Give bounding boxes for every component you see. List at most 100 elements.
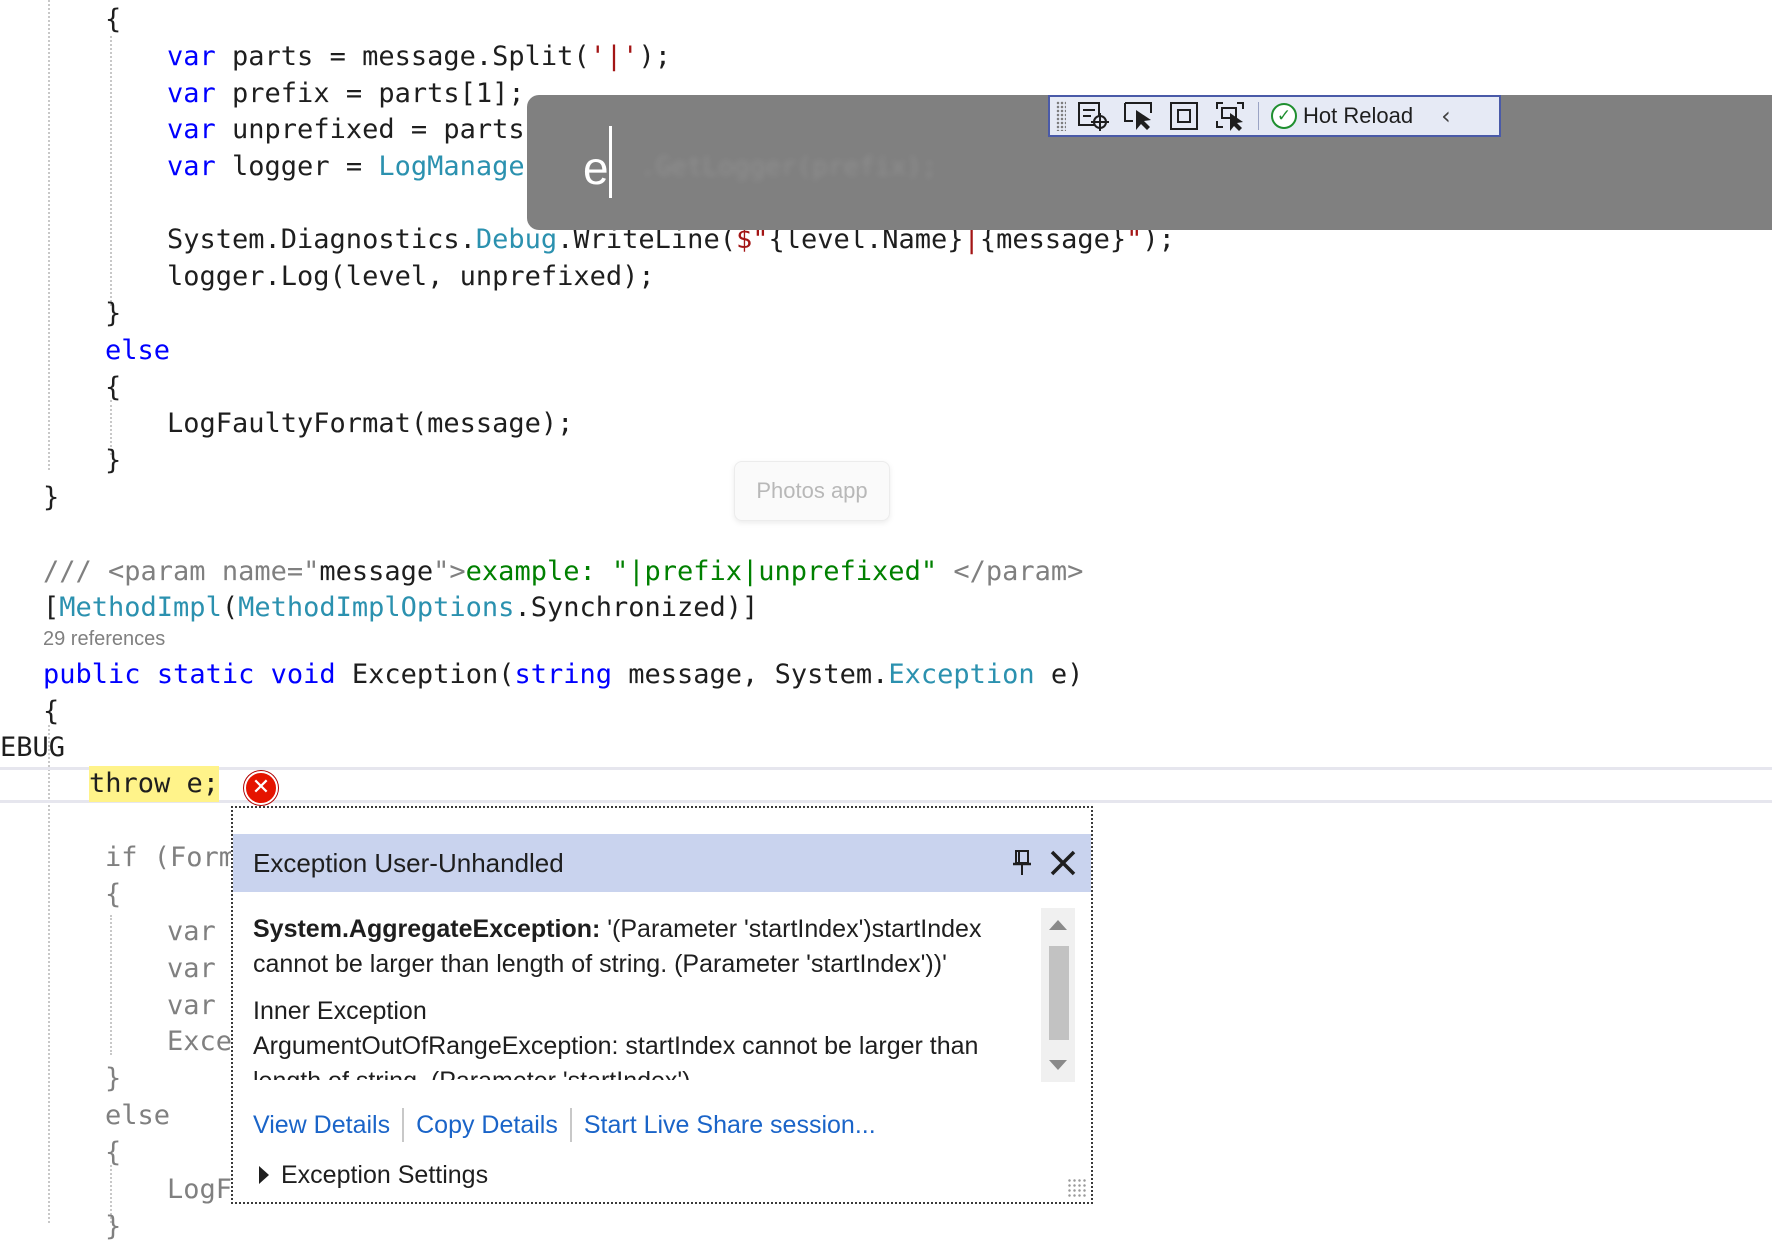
code-token: '|' — [589, 41, 639, 72]
exception-type: System.AggregateException: — [253, 915, 601, 943]
inner-exception-message: ArgumentOutOfRangeException: startIndex … — [253, 1032, 979, 1080]
code-token: message — [319, 556, 434, 587]
code-token: LogF — [167, 1174, 233, 1205]
code-token: } — [43, 482, 60, 513]
code-token: static — [156, 659, 255, 690]
track-focused-element-icon[interactable] — [1166, 99, 1204, 133]
codelens-references[interactable]: 29 references — [43, 628, 165, 651]
exception-message-area[interactable]: System.AggregateException: '(Parameter '… — [253, 912, 1031, 1080]
code-token: ); — [638, 41, 671, 72]
live-share-link[interactable]: Start Live Share session... — [584, 1108, 876, 1142]
hot-reload-button[interactable]: ✓ Hot Reload — [1271, 102, 1413, 130]
code-token: void — [270, 659, 336, 690]
exception-title: Exception User-Unhandled — [253, 848, 564, 878]
code-token: MethodImpl — [59, 592, 222, 623]
expand-triangle-icon — [259, 1166, 269, 1184]
code-token: { — [105, 1137, 122, 1168]
pin-icon[interactable] — [1011, 847, 1035, 879]
scroll-up-icon[interactable] — [1049, 920, 1067, 930]
code-token: LogFaultyFormat(message); — [167, 408, 574, 439]
code-token: var — [167, 916, 216, 947]
code-line: { — [105, 370, 121, 406]
code-token: message, System. — [612, 659, 889, 690]
resize-grip-icon[interactable] — [1067, 1178, 1087, 1198]
code-token: else — [105, 1100, 171, 1131]
code-token: } — [105, 1211, 122, 1242]
code-token: MethodImplOptions — [238, 592, 515, 623]
exception-scrollbar[interactable] — [1041, 908, 1075, 1082]
select-element-icon[interactable] — [1074, 99, 1112, 133]
current-line-border-top — [0, 767, 1772, 770]
code-token: logger = — [215, 151, 379, 182]
code-token: { — [105, 879, 122, 910]
code-token: if (Form — [105, 842, 236, 873]
code-token: throw e; — [89, 768, 220, 799]
code-line: { — [43, 694, 59, 730]
code-line: else — [105, 333, 170, 369]
code-token: "> — [433, 556, 466, 587]
indent-guide — [48, 0, 50, 470]
code-line: EBUG — [0, 730, 65, 766]
view-details-link[interactable]: View Details — [253, 1108, 390, 1142]
code-line: public static void Exception(string mess… — [43, 657, 1083, 693]
code-line: var — [167, 914, 216, 950]
code-token: e) — [1034, 659, 1084, 690]
code-token: prefix = parts[1]; — [215, 78, 525, 109]
link-separator — [402, 1108, 405, 1142]
code-line: } — [105, 296, 121, 332]
code-line: } — [43, 480, 59, 516]
error-glyph-icon[interactable]: ✕ — [244, 771, 278, 805]
code-token: /// — [43, 556, 109, 587]
code-token: example: "|prefix|unprefixed" — [465, 556, 954, 587]
code-token: var — [167, 114, 216, 145]
code-line: var — [167, 951, 216, 987]
code-line: { — [105, 1135, 121, 1171]
code-token: </param> — [953, 556, 1084, 587]
blurred-ghost-text: .GetLogger(prefix); — [640, 152, 938, 182]
link-separator — [569, 1108, 572, 1142]
code-token: LogManager — [378, 151, 541, 182]
exception-helper-popup: Exception User-Unhandled System.Aggregat… — [231, 806, 1093, 1204]
select-in-running-app-icon[interactable] — [1212, 99, 1250, 133]
code-token: <param name=" — [108, 556, 320, 587]
code-token: { — [105, 4, 122, 35]
current-statement-line: throw e; — [89, 766, 220, 802]
code-line: LogFaultyFormat(message); — [167, 406, 573, 442]
code-line: } — [105, 1209, 121, 1245]
code-token: } — [105, 298, 122, 329]
code-token: else — [105, 335, 171, 366]
code-token: [ — [43, 592, 60, 623]
indent-guide — [110, 915, 112, 1055]
code-line: logger.Log(level, unprefixed); — [167, 259, 655, 295]
code-token: var — [167, 953, 216, 984]
toolbar-grip-icon[interactable] — [1056, 101, 1066, 131]
exception-settings-label: Exception Settings — [281, 1161, 489, 1189]
close-icon[interactable] — [1047, 847, 1079, 879]
chevron-left-icon[interactable]: ‹ — [1441, 102, 1451, 130]
code-token: { — [105, 372, 122, 403]
scroll-thumb[interactable] — [1049, 946, 1069, 1040]
exception-message: System.AggregateException: '(Parameter '… — [253, 912, 1031, 982]
code-token: Exception — [888, 659, 1035, 690]
display-layout-adorners-icon[interactable] — [1120, 99, 1158, 133]
code-line: Exce — [167, 1024, 232, 1060]
code-token: { — [43, 696, 60, 727]
code-token: logger.Log(level, unprefixed); — [167, 261, 655, 292]
code-token: parts = message.Split( — [215, 41, 590, 72]
code-token: } — [105, 1063, 122, 1094]
code-line: if (Form — [105, 840, 235, 876]
scroll-down-icon[interactable] — [1049, 1060, 1067, 1070]
code-token: Exception( — [335, 659, 515, 690]
code-token: System.Diagnostics. — [167, 224, 476, 255]
code-token: public — [43, 659, 141, 690]
code-line: [MethodImpl(MethodImplOptions.Synchroniz… — [43, 590, 758, 626]
photos-app-tooltip: Photos app — [734, 461, 890, 521]
code-line: } — [105, 1061, 121, 1097]
code-line: var parts = message.Split('|'); — [167, 39, 671, 75]
copy-details-link[interactable]: Copy Details — [416, 1108, 558, 1142]
code-line: var — [167, 988, 216, 1024]
inner-exception-heading: Inner Exception — [253, 997, 427, 1025]
exception-settings-toggle[interactable]: Exception Settings — [259, 1158, 488, 1192]
